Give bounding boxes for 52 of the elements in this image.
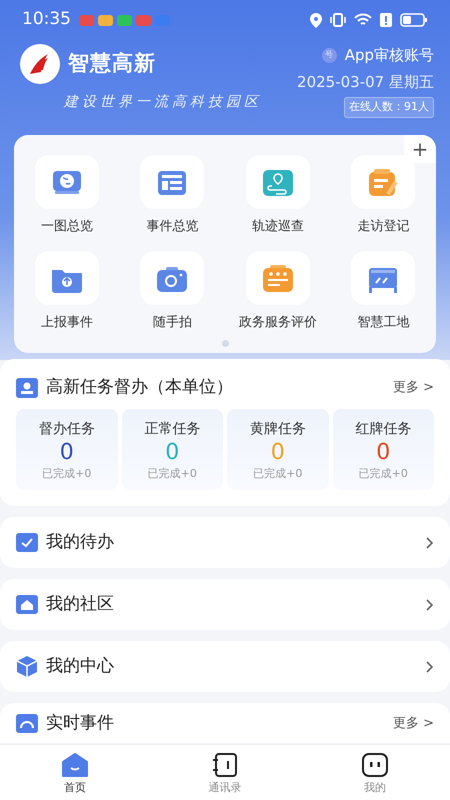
- alert-icon: [380, 13, 392, 27]
- more-link[interactable]: 更多 >: [392, 714, 434, 734]
- stat-value: 0: [270, 440, 286, 466]
- menu-icon: [16, 656, 38, 678]
- vibrate-icon: [330, 13, 346, 27]
- date-text: 2025-03-07 星期五: [297, 72, 434, 92]
- stat-done: 已完成+0: [41, 466, 92, 482]
- logo-icon: [20, 44, 60, 84]
- stat-done: 已完成+0: [252, 466, 304, 482]
- app-title: 智慧高新: [68, 50, 156, 78]
- status-time: 10:35: [22, 8, 71, 32]
- menu-row[interactable]: 我的待办: [0, 517, 450, 568]
- section-title: 实时事件: [46, 712, 114, 735]
- battery-icon: [400, 13, 428, 27]
- shortcut-button[interactable]: 一图总览: [14, 155, 120, 236]
- shortcut-button[interactable]: 智慧工地: [330, 250, 436, 332]
- nav-tab[interactable]: 通讯录: [150, 745, 300, 800]
- stat-value: 0: [58, 440, 75, 466]
- menu-icon: [16, 532, 38, 554]
- stat-value: 0: [375, 440, 392, 466]
- stat-label: 督办任务: [38, 420, 96, 438]
- account-name: App审核账号: [344, 45, 434, 66]
- tab-icon: [212, 753, 238, 777]
- menu-row[interactable]: 我的中心: [0, 641, 450, 692]
- more-link[interactable]: 更多 >: [392, 378, 434, 398]
- panel-title: 高新任务督办（本单位）: [46, 376, 233, 399]
- stat-label: 红牌任务: [354, 420, 412, 438]
- stat-done: 已完成+0: [146, 466, 198, 482]
- stat-done: 已完成+0: [358, 466, 409, 482]
- stat-label: 黄牌任务: [248, 420, 307, 438]
- shortcut-button[interactable]: 随手拍: [120, 250, 225, 332]
- chevron-icon: [425, 536, 434, 549]
- nav-tab[interactable]: 首页: [0, 745, 150, 800]
- location-icon: [310, 12, 322, 28]
- shortcut-button[interactable]: 轨迹巡查: [225, 155, 330, 236]
- chevron-icon: [425, 598, 434, 611]
- tab-icon: [62, 753, 88, 777]
- nav-tab[interactable]: 我的: [300, 745, 450, 800]
- stamp-icon: [16, 378, 38, 398]
- menu-icon: [16, 594, 38, 616]
- stat-label: 正常任务: [143, 420, 202, 438]
- stat-value: 0: [164, 440, 180, 466]
- slogan: 建设世界一流高科技园区: [62, 93, 262, 112]
- shortcut-button[interactable]: 上报事件: [14, 250, 120, 332]
- shortcut-button[interactable]: 事件总览: [120, 155, 225, 236]
- shortcut-button[interactable]: 政务服务评价: [225, 250, 330, 332]
- wifi-icon: [354, 13, 372, 27]
- tab-icon: [362, 753, 388, 777]
- add-button[interactable]: +: [404, 135, 436, 163]
- online-count: 在线人数：91人: [344, 97, 434, 118]
- chevron-icon: [425, 660, 434, 673]
- menu-row[interactable]: 我的社区: [0, 579, 450, 630]
